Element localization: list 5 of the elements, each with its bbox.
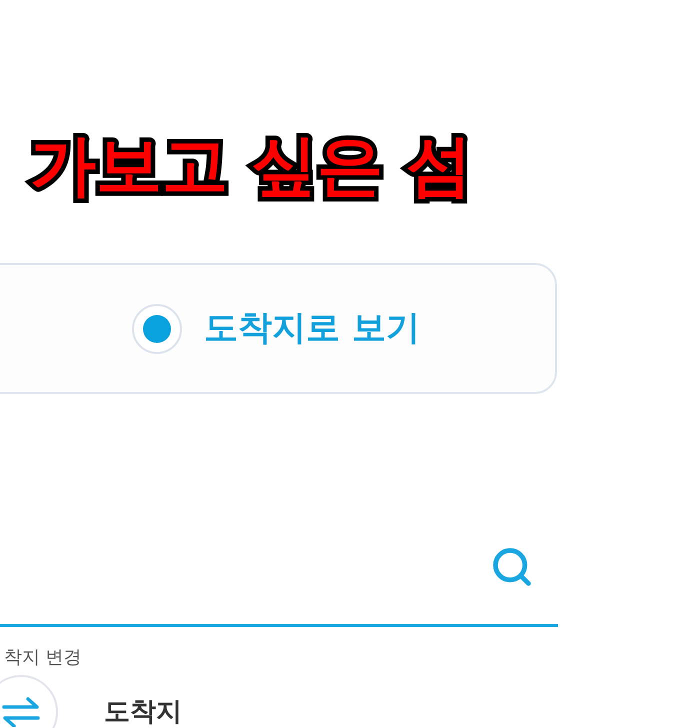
view-option[interactable]: 도착지로 보기 xyxy=(132,303,420,354)
swap-label: 착지 변경 xyxy=(4,647,82,669)
destination-label: 도착지 xyxy=(104,696,182,728)
title-heading: 가보고 싶은 섬 xyxy=(30,126,472,206)
search-icon[interactable] xyxy=(490,545,534,589)
